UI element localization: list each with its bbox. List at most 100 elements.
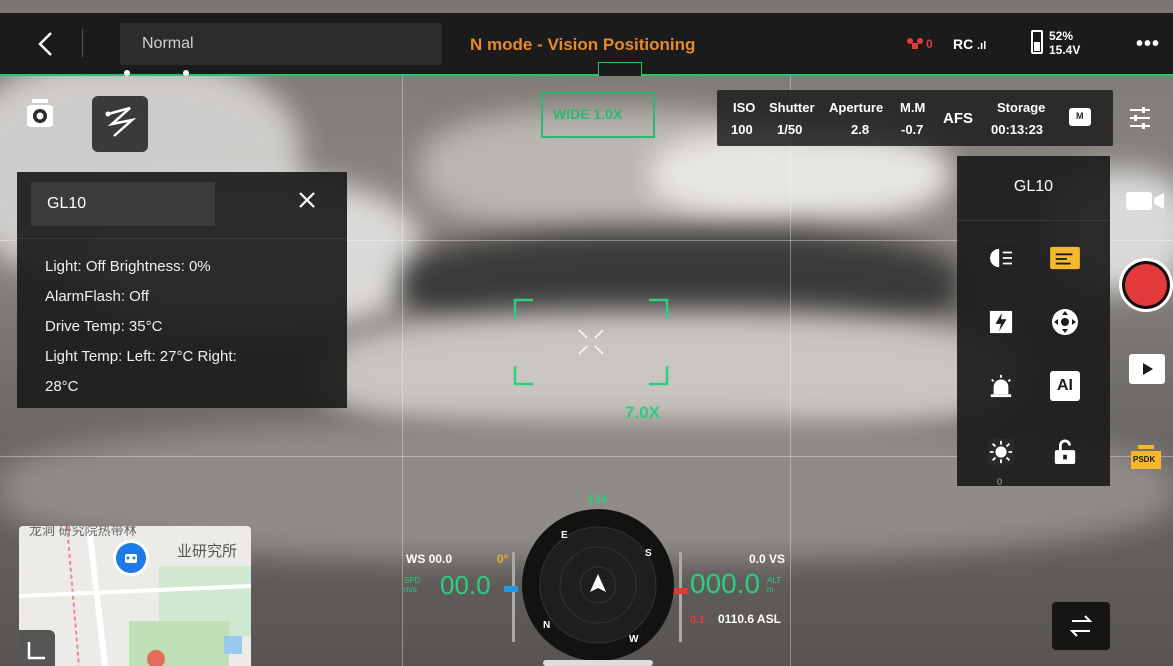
corner-expand-icon	[27, 642, 45, 660]
map-label-top: 龙洞 研究院热带林	[29, 526, 137, 538]
brightness-icon	[988, 439, 1014, 465]
horizontal-speed: 00.0	[440, 570, 491, 600]
signal-bars-icon: .ıl	[977, 40, 987, 52]
heading-value: 124	[587, 492, 608, 506]
ai-icon: AI	[1050, 371, 1080, 401]
mm-value: -0.7	[901, 122, 924, 137]
divider	[17, 238, 347, 239]
info-list-button[interactable]	[1045, 238, 1085, 278]
route-icon	[105, 106, 137, 137]
altitude-label: ALT	[767, 576, 782, 585]
back-icon[interactable]	[34, 31, 58, 57]
wide-lens-indicator[interactable]: WIDE 1.0X	[541, 92, 655, 138]
storage-badge: M	[1076, 111, 1084, 121]
record-button[interactable]	[1119, 258, 1173, 312]
psdk-label: PSDK	[1133, 455, 1156, 464]
compass-n: N	[543, 620, 551, 631]
line-marker	[183, 70, 189, 76]
flight-status[interactable]: N mode - Vision Positioning	[470, 35, 695, 55]
alarm-light-button[interactable]	[981, 366, 1021, 406]
gl10-info-panel: GL10 Light: Off Brightness: 0% AlarmFlas…	[17, 172, 347, 408]
playback-button[interactable]	[1129, 354, 1165, 384]
top-bar: Normal N mode - Vision Positioning 0 RC …	[0, 13, 1173, 75]
iso-label: ISO	[733, 100, 756, 115]
psdk-button[interactable]: PSDK	[1130, 444, 1162, 470]
settings-sliders-icon[interactable]	[1128, 104, 1152, 132]
exposure-panel[interactable]: ISO 100 Shutter 1/50 Aperture 2.8 M.M -0…	[717, 90, 1113, 146]
battery-voltage: 15.4V	[1049, 43, 1081, 57]
speed-label: SPD	[404, 576, 421, 585]
focus-reticle-icon	[513, 298, 669, 386]
flash-off-icon	[989, 310, 1013, 334]
list-icon	[1050, 246, 1080, 270]
video-camera-icon[interactable]	[1124, 190, 1166, 212]
compass-dial	[522, 509, 674, 661]
compass-e: E	[561, 530, 568, 541]
gimbal-indicator	[598, 62, 642, 76]
direction-pad-icon	[1052, 309, 1078, 335]
storage-label: Storage	[997, 100, 1046, 115]
speed-unit: m/s	[404, 585, 417, 594]
unlock-icon	[1054, 439, 1076, 464]
alarm-light-icon	[990, 374, 1012, 398]
gimbal-control-button[interactable]	[1045, 302, 1085, 342]
tool-panel-title: GL10	[1013, 178, 1054, 195]
shutter-value: 1/50	[777, 122, 803, 137]
aircraft-location-icon	[113, 540, 149, 576]
ai-label: AI	[1057, 377, 1073, 394]
iso-value: 100	[731, 122, 753, 137]
obstacle-line	[0, 74, 1173, 76]
storage-value: 00:13:23	[991, 122, 1044, 137]
wind-direction: 0°	[497, 552, 509, 566]
asl-delta: 0.1	[690, 614, 706, 626]
aperture-label: Aperture	[829, 100, 884, 115]
brightness-button[interactable]	[981, 432, 1021, 472]
brightness-value: 0	[997, 477, 1003, 487]
home-indicator	[543, 660, 653, 666]
shutter-label: Shutter	[769, 100, 815, 115]
compass: N E S W	[521, 508, 675, 662]
lock-button[interactable]	[1045, 432, 1085, 472]
play-icon	[1143, 363, 1153, 375]
more-menu-button[interactable]: •••	[1136, 33, 1160, 56]
speed-pointer	[504, 586, 518, 592]
flight-path-button[interactable]	[92, 96, 148, 152]
speed-unit-label: SPD m/s	[404, 576, 420, 594]
wind-speed: WS 00.0	[406, 552, 453, 566]
divider	[82, 29, 83, 57]
rc-signal[interactable]: RC .ıl	[953, 36, 986, 52]
drive-temp: Drive Temp: 35°C	[45, 318, 163, 335]
battery-percent: 52%	[1049, 29, 1074, 43]
altitude: 000.0	[690, 568, 761, 599]
vertical-speed: 0.0 VS	[749, 552, 786, 566]
drone-count: 0	[926, 37, 933, 51]
gl10-tool-panel: GL10 AI	[957, 156, 1110, 486]
home-marker-icon	[147, 650, 165, 666]
swap-view-button[interactable]	[1052, 602, 1110, 650]
battery-icon[interactable]	[1031, 30, 1043, 54]
gl10-title-box: GL10	[31, 182, 215, 226]
divider	[957, 220, 1110, 221]
speed-scale	[512, 552, 515, 642]
wide-lens-label: WIDE 1.0X	[553, 106, 623, 122]
light-temp: Light Temp: Left: 27°C Right:	[45, 348, 237, 365]
light-mode-button[interactable]	[981, 238, 1021, 278]
light-status: Light: Off Brightness: 0%	[45, 258, 211, 275]
flight-mode-selector[interactable]: Normal	[120, 23, 442, 65]
camera-switch-icon[interactable]	[26, 98, 54, 130]
drone-icon	[907, 38, 923, 49]
aperture-value: 2.8	[851, 122, 870, 137]
rc-label: RC	[953, 36, 974, 52]
focus-mode[interactable]: AFS	[943, 110, 973, 127]
line-marker	[124, 70, 130, 76]
strobe-button[interactable]	[981, 302, 1021, 342]
close-icon[interactable]	[297, 190, 317, 210]
ai-button[interactable]: AI	[1045, 366, 1085, 406]
map-expand-button[interactable]	[19, 630, 55, 666]
map-label: 业研究所	[177, 543, 238, 560]
asl-altitude: 0110.6 ASL	[718, 612, 781, 626]
altitude-unit: m	[767, 585, 774, 594]
compass-w: W	[629, 634, 639, 645]
alarm-flash-status: AlarmFlash: Off	[45, 288, 149, 305]
storage-mode-icon[interactable]: M	[1069, 108, 1091, 126]
